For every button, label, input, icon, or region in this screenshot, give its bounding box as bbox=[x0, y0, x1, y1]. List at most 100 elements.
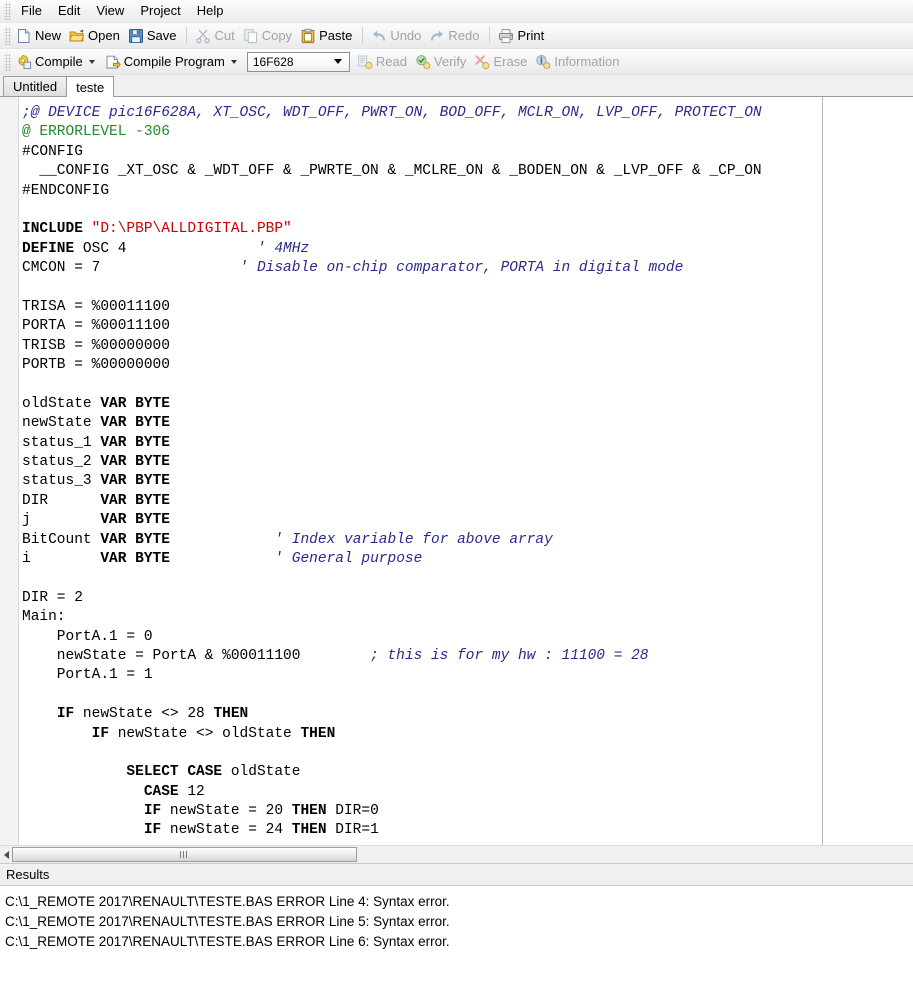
code-token: DIR bbox=[22, 493, 100, 509]
editor-gutter bbox=[0, 97, 19, 845]
code-token: ' 4MHz bbox=[257, 241, 309, 257]
copy-button[interactable]: Copy bbox=[240, 26, 297, 46]
code-token bbox=[170, 551, 274, 567]
code-token: oldState bbox=[22, 396, 100, 412]
tab-teste[interactable]: teste bbox=[66, 76, 114, 97]
results-panel-header: Results bbox=[0, 863, 913, 886]
redo-button[interactable]: Redo bbox=[426, 26, 484, 46]
compile-toolbar-grip[interactable] bbox=[4, 53, 11, 71]
code-token: IF bbox=[92, 726, 109, 742]
device-select-chevron-down-icon[interactable] bbox=[334, 59, 342, 64]
scroll-left-arrow-icon[interactable] bbox=[0, 847, 12, 862]
read-button[interactable]: Read bbox=[354, 52, 412, 72]
compile-program-dropdown-chevron-down-icon[interactable] bbox=[231, 60, 237, 64]
erase-button[interactable]: Erase bbox=[471, 52, 532, 72]
code-token: DIR=0 bbox=[327, 803, 379, 819]
paste-button[interactable]: Paste bbox=[297, 26, 357, 46]
code-token: newState <> oldState bbox=[109, 726, 300, 742]
information-button[interactable]: Information bbox=[532, 52, 624, 72]
code-line: DEFINE OSC 4 ' 4MHz bbox=[22, 240, 913, 259]
code-token bbox=[22, 764, 126, 780]
result-line[interactable]: C:\1_REMOTE 2017\RENAULT\TESTE.BAS ERROR… bbox=[5, 932, 913, 952]
code-token: oldState bbox=[222, 764, 300, 780]
clipboard-icon bbox=[300, 28, 316, 44]
compile-button[interactable]: Compile bbox=[13, 52, 102, 72]
code-token: #ENDCONFIG bbox=[22, 183, 109, 199]
code-line: BitCount VAR BYTE ' Index variable for a… bbox=[22, 531, 913, 550]
code-line: #ENDCONFIG bbox=[22, 182, 913, 201]
code-token: status_1 bbox=[22, 435, 100, 451]
code-line: #CONFIG bbox=[22, 143, 913, 162]
code-token: THEN bbox=[292, 803, 327, 819]
menu-bar-grip[interactable] bbox=[4, 2, 11, 20]
code-token: newState = 24 bbox=[161, 822, 292, 838]
code-token: status_2 bbox=[22, 454, 100, 470]
code-token: VAR BYTE bbox=[100, 396, 170, 412]
cut-button[interactable]: Cut bbox=[192, 26, 239, 46]
code-line: PORTB = %00000000 bbox=[22, 356, 913, 375]
code-token: VAR BYTE bbox=[100, 454, 170, 470]
undo-button[interactable]: Undo bbox=[368, 26, 426, 46]
code-token: newState <> 28 bbox=[74, 706, 213, 722]
printer-icon bbox=[498, 28, 514, 44]
menu-item-edit[interactable]: Edit bbox=[50, 1, 88, 21]
code-line bbox=[22, 279, 913, 298]
code-line: IF newState <> 28 THEN bbox=[22, 705, 913, 724]
print-button[interactable]: Print bbox=[495, 26, 549, 46]
result-line[interactable]: C:\1_REMOTE 2017\RENAULT\TESTE.BAS ERROR… bbox=[5, 912, 913, 932]
compile-program-button-label: Compile Program bbox=[124, 54, 225, 69]
editor-horizontal-scrollbar[interactable] bbox=[0, 845, 913, 863]
code-editor[interactable]: ;@ DEVICE pic16F628A, XT_OSC, WDT_OFF, P… bbox=[0, 97, 913, 845]
code-token: OSC 4 bbox=[74, 241, 257, 257]
code-line: status_2 VAR BYTE bbox=[22, 453, 913, 472]
open-button-label: Open bbox=[88, 28, 120, 43]
undo-arrow-icon bbox=[371, 28, 387, 44]
code-line: oldState VAR BYTE bbox=[22, 395, 913, 414]
main-toolbar-grip[interactable] bbox=[4, 27, 11, 45]
print-button-label: Print bbox=[517, 28, 544, 43]
scrollbar-thumb[interactable] bbox=[12, 847, 357, 862]
information-icon bbox=[535, 54, 551, 70]
tab-untitled[interactable]: Untitled bbox=[3, 76, 67, 96]
code-token: SELECT CASE bbox=[126, 764, 222, 780]
menu-item-project[interactable]: Project bbox=[132, 1, 188, 21]
code-token: newState = PortA & %00011100 bbox=[22, 648, 370, 664]
code-token: TRISB = %00000000 bbox=[22, 338, 170, 354]
code-line bbox=[22, 375, 913, 394]
code-token: ' Disable on-chip comparator, PORTA in d… bbox=[240, 260, 684, 276]
code-token: status_3 bbox=[22, 473, 100, 489]
code-token: CMCON = 7 bbox=[22, 260, 240, 276]
application-window: File Edit View Project Help New Open bbox=[0, 0, 913, 981]
menu-item-view[interactable]: View bbox=[88, 1, 132, 21]
results-panel-body[interactable]: C:\1_REMOTE 2017\RENAULT\TESTE.BAS ERROR… bbox=[0, 886, 913, 981]
redo-arrow-icon bbox=[429, 28, 445, 44]
code-line: IF newState = 20 THEN DIR=0 bbox=[22, 802, 913, 821]
tab-untitled-label: Untitled bbox=[13, 79, 57, 94]
code-token: DEFINE bbox=[22, 241, 74, 257]
compile-program-button[interactable]: Compile Program bbox=[102, 52, 244, 72]
menu-item-help[interactable]: Help bbox=[189, 1, 232, 21]
result-line[interactable]: C:\1_REMOTE 2017\RENAULT\TESTE.BAS ERROR… bbox=[5, 892, 913, 912]
new-button[interactable]: New bbox=[13, 26, 66, 46]
save-button[interactable]: Save bbox=[125, 26, 182, 46]
undo-button-label: Undo bbox=[390, 28, 421, 43]
code-token: IF bbox=[57, 706, 74, 722]
code-token: ' Index variable for above array bbox=[274, 532, 552, 548]
code-token: VAR BYTE bbox=[100, 512, 170, 528]
code-line: i VAR BYTE ' General purpose bbox=[22, 550, 913, 569]
code-line: newState = PortA & %00011100 ; this is f… bbox=[22, 647, 913, 666]
menu-item-file[interactable]: File bbox=[13, 1, 50, 21]
erase-icon bbox=[474, 54, 490, 70]
open-button[interactable]: Open bbox=[66, 26, 125, 46]
verify-button[interactable]: Verify bbox=[412, 52, 472, 72]
code-token bbox=[22, 726, 92, 742]
code-token: VAR BYTE bbox=[100, 551, 170, 567]
code-text-area[interactable]: ;@ DEVICE pic16F628A, XT_OSC, WDT_OFF, P… bbox=[22, 104, 913, 841]
compile-dropdown-chevron-down-icon[interactable] bbox=[89, 60, 95, 64]
copy-icon bbox=[243, 28, 259, 44]
read-button-label: Read bbox=[376, 54, 407, 69]
code-line: status_1 VAR BYTE bbox=[22, 434, 913, 453]
code-token: newState = 20 bbox=[161, 803, 292, 819]
code-token: PORTB = %00000000 bbox=[22, 357, 170, 373]
device-select[interactable]: 16F628 bbox=[247, 52, 350, 72]
